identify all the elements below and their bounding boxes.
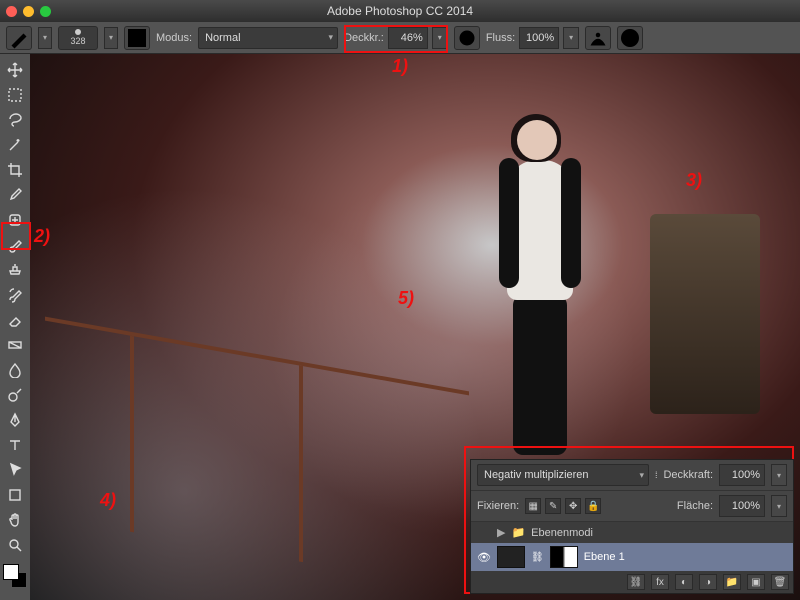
foreground-color-swatch[interactable] bbox=[3, 564, 19, 580]
brush-panel-toggle[interactable] bbox=[124, 26, 150, 50]
layers-panel: Negativ multiplizieren ⁞ Deckkraft: 100%… bbox=[470, 459, 794, 594]
annotation-5: 5) bbox=[398, 288, 414, 309]
path-select-tool[interactable] bbox=[2, 458, 28, 482]
layer-opacity-label: Deckkraft: bbox=[663, 469, 713, 481]
fill-flyout-icon[interactable]: ▾ bbox=[771, 495, 787, 517]
link-icon[interactable]: ⛓ bbox=[531, 552, 544, 563]
gradient-tool[interactable] bbox=[2, 333, 28, 357]
brush-size-value: 328 bbox=[70, 36, 85, 46]
delete-layer-button[interactable]: 🗑 bbox=[771, 574, 789, 590]
tool-panel bbox=[0, 54, 30, 600]
eyedropper-tool[interactable] bbox=[2, 183, 28, 207]
color-swatch[interactable] bbox=[3, 564, 27, 588]
minimize-window-button[interactable] bbox=[23, 6, 34, 17]
zoom-window-button[interactable] bbox=[40, 6, 51, 17]
mode-label: Modus: bbox=[156, 32, 192, 44]
window-controls bbox=[6, 6, 51, 17]
flow-value: 100% bbox=[526, 32, 554, 44]
type-tool[interactable] bbox=[2, 433, 28, 457]
layer-mask-thumbnail[interactable] bbox=[550, 546, 578, 568]
history-brush-tool[interactable] bbox=[2, 283, 28, 307]
layer-row[interactable]: 👁 ⛓ Ebene 1 bbox=[471, 543, 793, 571]
lasso-tool[interactable] bbox=[2, 108, 28, 132]
marquee-tool[interactable] bbox=[2, 83, 28, 107]
layer-mask-button[interactable]: ◐ bbox=[675, 574, 693, 590]
updown-icon[interactable]: ⁞ bbox=[655, 470, 658, 480]
new-group-button[interactable]: 📁 bbox=[723, 574, 741, 590]
lock-icons: ▦ ✎ ✥ 🔒 bbox=[525, 498, 601, 514]
lock-all-icon[interactable]: 🔒 bbox=[585, 498, 601, 514]
brush-preset-picker[interactable]: 328 bbox=[58, 26, 98, 50]
lock-transparency-icon[interactable]: ▦ bbox=[525, 498, 541, 514]
lock-label: Fixieren: bbox=[477, 500, 519, 512]
flow-input[interactable]: 100% bbox=[519, 27, 559, 49]
lock-position-icon[interactable]: ✥ bbox=[565, 498, 581, 514]
annotation-2: 2) bbox=[34, 226, 50, 247]
zoom-tool[interactable] bbox=[2, 533, 28, 557]
brush-preset-chevron-icon[interactable]: ▾ bbox=[104, 27, 118, 49]
layer-opacity-input[interactable]: 100% bbox=[719, 464, 765, 486]
layer-group-name: Ebenenmodi bbox=[531, 527, 593, 539]
adjustment-layer-button[interactable]: ◑ bbox=[699, 574, 717, 590]
folder-icon: 📁 bbox=[511, 526, 525, 539]
layer-name[interactable]: Ebene 1 bbox=[584, 551, 625, 563]
magic-wand-tool[interactable] bbox=[2, 133, 28, 157]
layer-opacity-flyout-icon[interactable]: ▾ bbox=[771, 464, 787, 486]
fill-value: 100% bbox=[732, 500, 760, 512]
eraser-tool[interactable] bbox=[2, 308, 28, 332]
flow-flyout-icon[interactable]: ▾ bbox=[563, 27, 579, 49]
annotation-box-2 bbox=[1, 222, 31, 250]
clone-stamp-tool[interactable] bbox=[2, 258, 28, 282]
canvas-image bbox=[477, 120, 597, 460]
window-titlebar: Adobe Photoshop CC 2014 bbox=[0, 0, 800, 22]
shape-tool[interactable] bbox=[2, 483, 28, 507]
flow-label: Fluss: bbox=[486, 32, 515, 44]
annotation-1: 1) bbox=[392, 56, 408, 77]
layer-blend-mode-value: Negativ multiplizieren bbox=[484, 469, 589, 481]
layer-opacity-value: 100% bbox=[732, 469, 760, 481]
layers-panel-buttons: ⛓ fx ◐ ◑ 📁 ▣ 🗑 bbox=[471, 571, 793, 593]
hand-tool[interactable] bbox=[2, 508, 28, 532]
link-layers-button[interactable]: ⛓ bbox=[627, 574, 645, 590]
pen-tool[interactable] bbox=[2, 408, 28, 432]
layer-group-row[interactable]: ▶ 📁 Ebenenmodi bbox=[471, 522, 793, 543]
crop-tool[interactable] bbox=[2, 158, 28, 182]
blur-tool[interactable] bbox=[2, 358, 28, 382]
visibility-toggle-icon[interactable]: 👁 bbox=[477, 551, 491, 564]
tool-preset-picker[interactable] bbox=[6, 26, 32, 50]
blend-mode-value: Normal bbox=[205, 32, 240, 44]
annotation-box-1 bbox=[344, 25, 448, 53]
annotation-4: 4) bbox=[100, 490, 116, 511]
fill-input[interactable]: 100% bbox=[719, 495, 765, 517]
new-layer-button[interactable]: ▣ bbox=[747, 574, 765, 590]
close-window-button[interactable] bbox=[6, 6, 17, 17]
layer-style-button[interactable]: fx bbox=[651, 574, 669, 590]
pressure-size-toggle[interactable] bbox=[617, 26, 643, 50]
dodge-tool[interactable] bbox=[2, 383, 28, 407]
layer-blend-mode-select[interactable]: Negativ multiplizieren bbox=[477, 464, 649, 486]
tool-preset-chevron-icon[interactable]: ▾ bbox=[38, 27, 52, 49]
annotation-3: 3) bbox=[686, 170, 702, 191]
disclosure-triangle-icon[interactable]: ▶ bbox=[497, 526, 505, 539]
airbrush-toggle[interactable] bbox=[585, 26, 611, 50]
fill-label: Fläche: bbox=[677, 500, 713, 512]
canvas-image bbox=[650, 214, 760, 414]
pressure-opacity-toggle[interactable] bbox=[454, 26, 480, 50]
flow-group: Fluss: 100% ▾ bbox=[486, 27, 579, 49]
lock-pixels-icon[interactable]: ✎ bbox=[545, 498, 561, 514]
move-tool[interactable] bbox=[2, 58, 28, 82]
blend-mode-select[interactable]: Normal bbox=[198, 27, 338, 49]
window-title: Adobe Photoshop CC 2014 bbox=[327, 4, 473, 18]
layer-thumbnail[interactable] bbox=[497, 546, 525, 568]
